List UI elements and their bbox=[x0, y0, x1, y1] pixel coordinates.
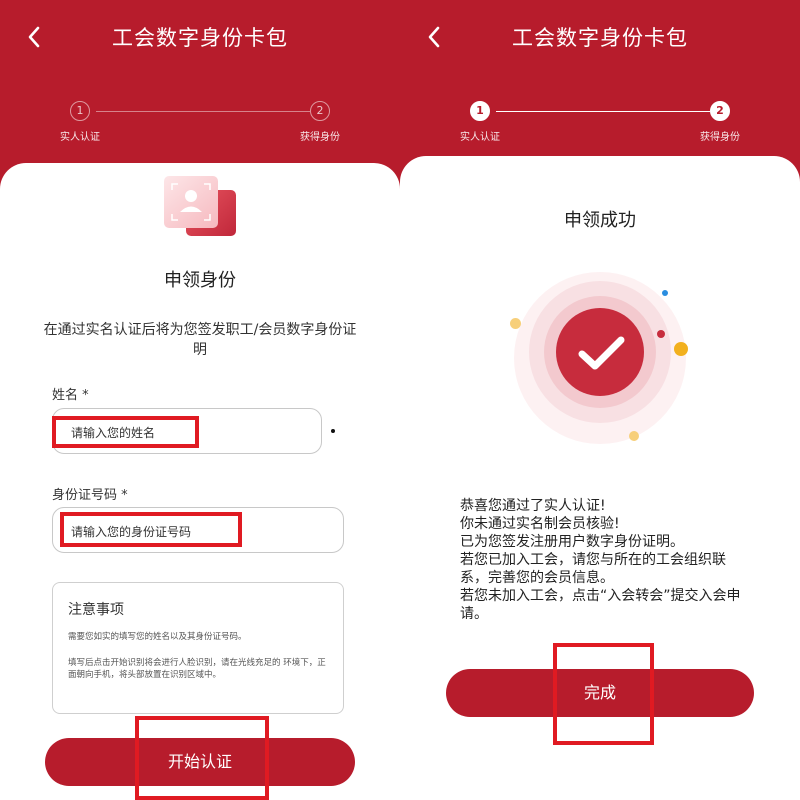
description-text: 在通过实名认证后将为您签发职工/会员数字身份证明 bbox=[43, 322, 357, 358]
success-message: 恭喜您通过了实人认证! 你未通过实名制会员核验! 已为您签发注册用户数字身份证明… bbox=[460, 497, 750, 623]
confetti-dot bbox=[662, 290, 668, 296]
notice-paragraph: 需要您如实的填写您的姓名以及其身份证号码。 bbox=[68, 632, 247, 642]
message-line: 已为您签发注册用户数字身份证明。 bbox=[460, 534, 684, 550]
claim-success-screen: 工会数字身份卡包 1 2 实人认证 获得身份 申领成功 恭喜您通过了实人认证! … bbox=[400, 0, 800, 800]
message-line: 你未通过实名制会员核验! bbox=[460, 516, 620, 532]
notice-box: 注意事项 需要您如实的填写您的姓名以及其身份证号码。 填写后点击开始识别将会进行… bbox=[52, 582, 344, 714]
step-2-indicator: 2 bbox=[710, 101, 730, 121]
step-2-indicator: 2 bbox=[310, 101, 330, 121]
id-number-label: 身份证号码 * bbox=[52, 488, 128, 503]
id-card-front-icon bbox=[164, 176, 218, 228]
step-2-label: 获得身份 bbox=[700, 132, 740, 143]
step-1-indicator: 1 bbox=[470, 101, 490, 121]
step-1-label: 实人认证 bbox=[460, 132, 500, 143]
page-title: 工会数字身份卡包 bbox=[512, 26, 688, 50]
step-1-indicator: 1 bbox=[70, 101, 90, 121]
dot-marker bbox=[331, 429, 335, 433]
message-line: 若您未加入工会，点击“入会转会”提交入会申请。 bbox=[460, 588, 741, 622]
section-title: 申领身份 bbox=[164, 270, 236, 291]
confetti-dot bbox=[629, 431, 639, 441]
notice-paragraph: 填写后点击开始识别将会进行人脸识别，请在光线充足的 环境下，正面朝向手机，将头部… bbox=[68, 658, 326, 680]
confetti-dot bbox=[674, 342, 688, 356]
notice-title: 注意事项 bbox=[68, 602, 124, 618]
step-progress-line bbox=[496, 111, 710, 112]
page-title: 工会数字身份卡包 bbox=[112, 26, 288, 50]
confetti-dot bbox=[657, 330, 665, 338]
highlight-box bbox=[553, 643, 654, 745]
success-checkmark-icon bbox=[514, 272, 686, 444]
claim-identity-screen: 工会数字身份卡包 1 2 实人认证 获得身份 申领身份 在通过实名认证后将为您签… bbox=[0, 0, 400, 800]
message-line: 恭喜您通过了实人认证! bbox=[460, 498, 606, 514]
confetti-dot bbox=[510, 318, 521, 329]
highlight-box bbox=[135, 716, 269, 800]
highlight-box bbox=[60, 512, 242, 547]
step-1-label: 实人认证 bbox=[60, 132, 100, 143]
message-line: 若您已加入工会，请您与所在的工会组织联系，完善您的会员信息。 bbox=[460, 552, 726, 586]
highlight-box bbox=[52, 416, 199, 448]
step-2-label: 获得身份 bbox=[300, 132, 340, 143]
name-label: 姓名 * bbox=[52, 388, 89, 403]
success-title: 申领成功 bbox=[564, 210, 636, 231]
step-progress-line bbox=[96, 111, 310, 112]
